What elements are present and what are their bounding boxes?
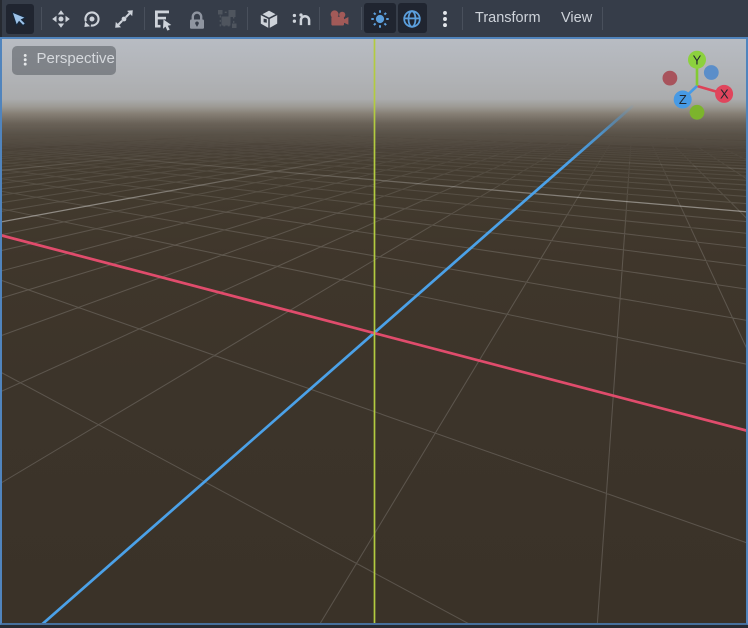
svg-text:Z: Z (679, 92, 687, 107)
svg-text:Y: Y (693, 52, 702, 67)
svg-text:X: X (720, 87, 729, 102)
